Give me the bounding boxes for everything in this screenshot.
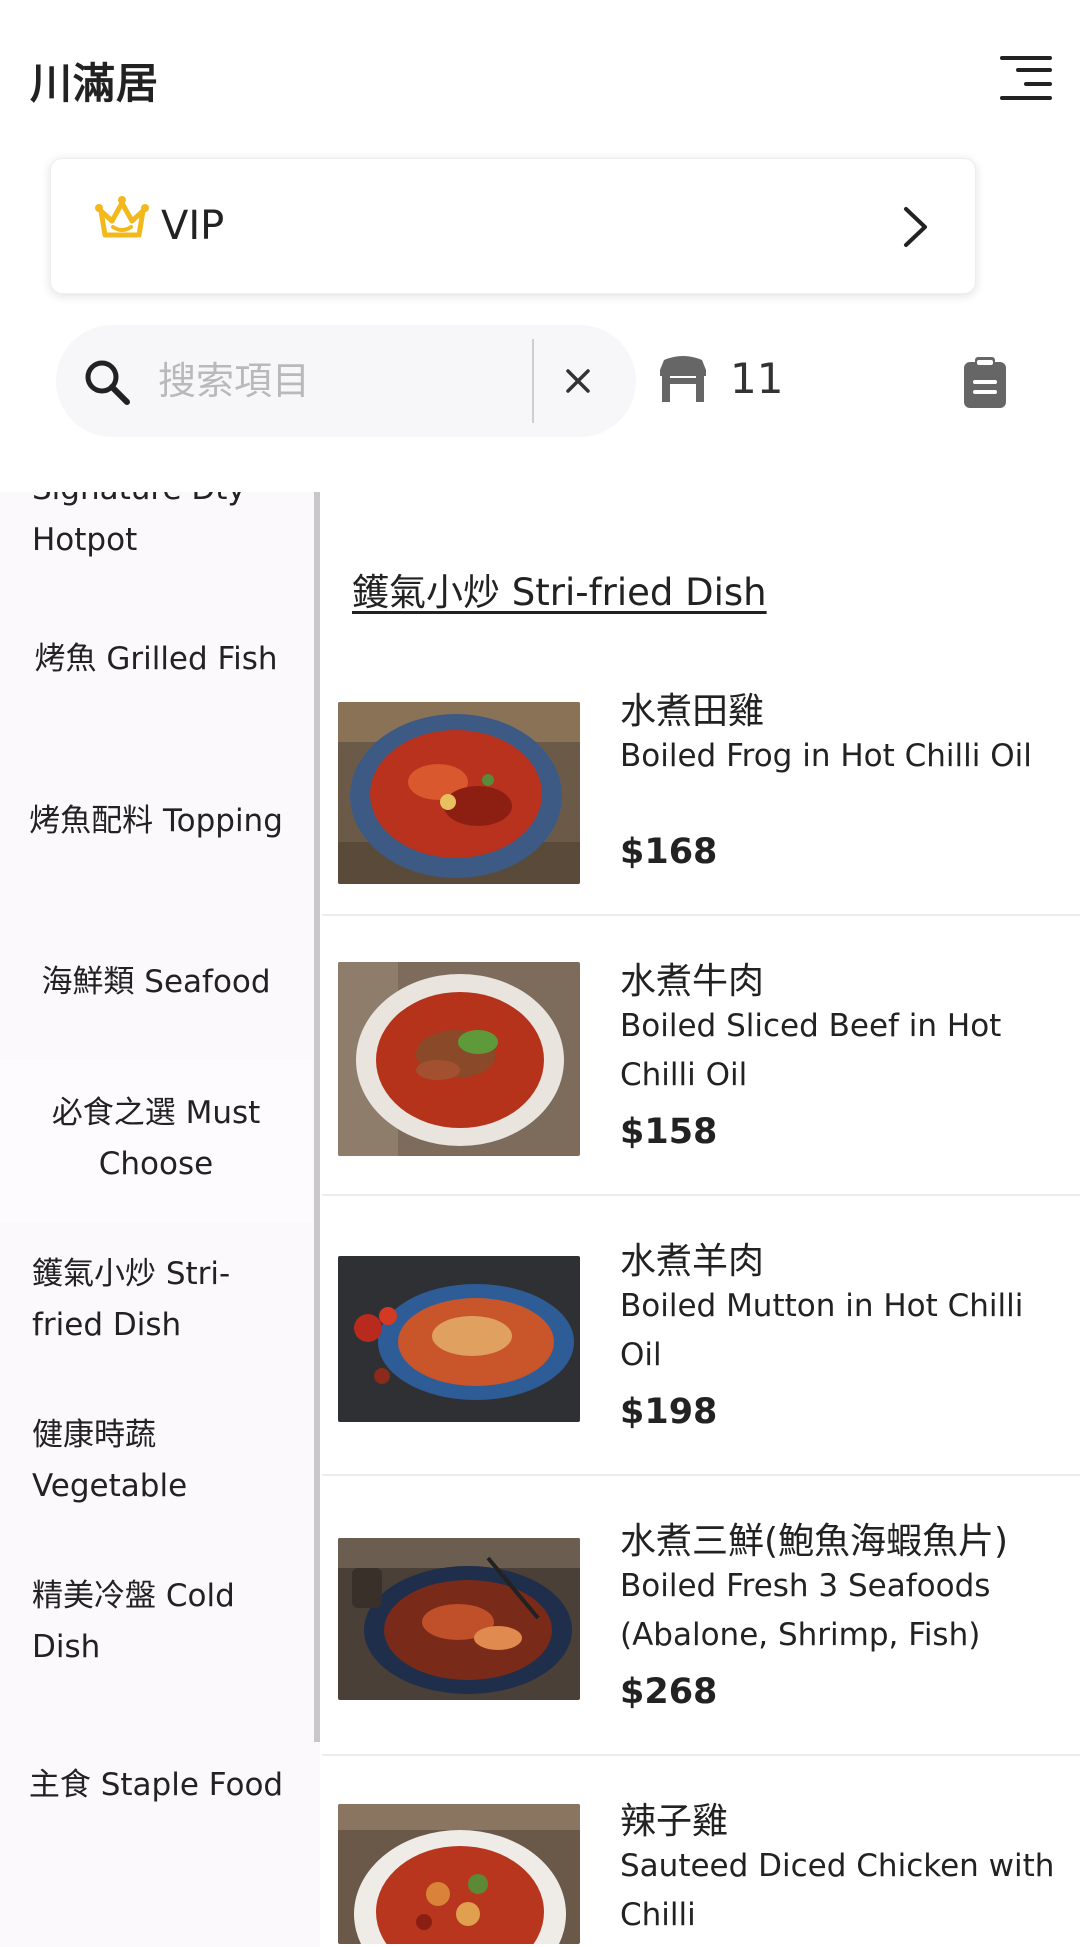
dish-item[interactable]: 水煮田雞 Boiled Frog in Hot Chilli Oil $168 bbox=[322, 636, 1080, 916]
dish-name-cn: 辣子雞 bbox=[620, 1801, 729, 1842]
sidebar-item-must-choose[interactable]: 必食之選 Must Choose bbox=[0, 1060, 312, 1222]
dish-name-en: Boiled Sliced Beef in Hot Chilli Oil bbox=[620, 1008, 1002, 1093]
dish-image bbox=[338, 1256, 580, 1422]
dish-image bbox=[338, 1804, 580, 1944]
vip-label: VIP bbox=[161, 203, 225, 249]
chevron-right-icon bbox=[904, 207, 927, 247]
table-icon bbox=[660, 356, 706, 402]
dish-price: $198 bbox=[620, 1392, 718, 1432]
crown-icon bbox=[95, 196, 149, 238]
sidebar-item-stir-fried[interactable]: 鑊氣小炒 Stri-fried Dish bbox=[0, 1249, 312, 1351]
dish-price: $158 bbox=[620, 1112, 718, 1152]
sidebar-item-vegetable[interactable]: 健康時蔬 Vegetable bbox=[0, 1410, 312, 1512]
dish-name-cn: 水煮羊肉 bbox=[620, 1241, 765, 1282]
dish-price: $168 bbox=[620, 832, 718, 872]
dish-item[interactable]: 辣子雞 Sauteed Diced Chicken with Chilli bbox=[322, 1756, 1080, 1947]
dish-item[interactable]: 水煮三鮮(鮑魚海蝦魚片) Boiled Fresh 3 Seafoods (Ab… bbox=[322, 1476, 1080, 1756]
dish-image bbox=[338, 962, 580, 1156]
dish-name-cn: 水煮牛肉 bbox=[620, 961, 765, 1002]
vip-card[interactable]: VIP bbox=[50, 158, 976, 294]
dish-list: 鑊氣小炒 Stri-fried Dish 水煮田雞 Boiled Frog in… bbox=[322, 492, 1080, 1947]
dish-name-cn: 水煮三鮮(鮑魚海蝦魚片) bbox=[620, 1521, 1009, 1562]
dish-name-en: Boiled Frog in Hot Chilli Oil bbox=[620, 738, 1032, 774]
table-number: 11 bbox=[730, 354, 784, 403]
search-input[interactable] bbox=[158, 355, 558, 407]
sidebar-item-topping[interactable]: 烤魚配料 Topping bbox=[0, 796, 312, 847]
dish-image bbox=[338, 1538, 580, 1700]
search-icon bbox=[85, 360, 130, 405]
dish-name-en: Boiled Mutton in Hot Chilli Oil bbox=[620, 1288, 1024, 1373]
header: 川滿居 bbox=[0, 0, 1080, 150]
clipboard-icon[interactable] bbox=[960, 354, 1010, 410]
sidebar-item-hotpot[interactable]: Signature Dty Hotpot bbox=[0, 492, 312, 566]
sidebar-item-staple-food[interactable]: 主食 Staple Food bbox=[0, 1760, 312, 1811]
dish-name-en: Sauteed Diced Chicken with Chilli bbox=[620, 1848, 1055, 1933]
restaurant-title: 川滿居 bbox=[30, 59, 160, 108]
section-title: 鑊氣小炒 Stri-fried Dish bbox=[352, 571, 767, 614]
category-sidebar: Signature Dty Hotpot 烤魚 Grilled Fish 烤魚配… bbox=[0, 492, 320, 1947]
sidebar-scrollbar[interactable] bbox=[314, 492, 320, 1742]
dish-name-en: Boiled Fresh 3 Seafoods (Abalone, Shrimp… bbox=[620, 1568, 991, 1653]
dish-price: $268 bbox=[620, 1672, 718, 1712]
menu-screen: 川滿居 VIP 1 bbox=[0, 0, 1080, 1947]
dish-name-cn: 水煮田雞 bbox=[620, 691, 765, 732]
dish-item[interactable]: 水煮羊肉 Boiled Mutton in Hot Chilli Oil $19… bbox=[322, 1196, 1080, 1476]
search-divider bbox=[532, 339, 534, 423]
close-icon[interactable] bbox=[558, 361, 598, 401]
sidebar-item-seafood[interactable]: 海鮮類 Seafood bbox=[0, 957, 312, 1008]
sidebar-item-grilled-fish[interactable]: 烤魚 Grilled Fish bbox=[0, 634, 312, 685]
sidebar-item-cold-dish[interactable]: 精美冷盤 Cold Dish bbox=[0, 1571, 312, 1673]
search-bar bbox=[56, 325, 636, 437]
dish-item[interactable]: 水煮牛肉 Boiled Sliced Beef in Hot Chilli Oi… bbox=[322, 916, 1080, 1196]
dish-image bbox=[338, 702, 580, 884]
hamburger-menu-icon[interactable] bbox=[1000, 54, 1052, 100]
